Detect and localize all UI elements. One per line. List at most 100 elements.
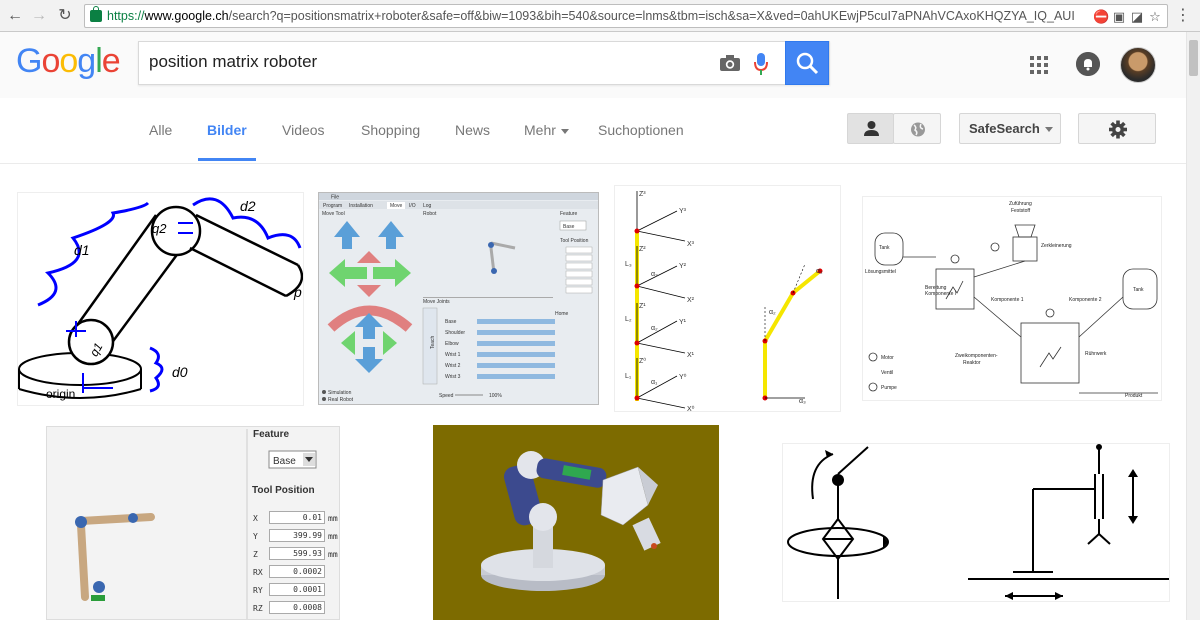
tab-more[interactable]: Mehr <box>524 122 569 138</box>
tab-all[interactable]: Alle <box>149 122 172 138</box>
svg-text:Y²: Y² <box>679 263 687 270</box>
back-arrow-icon[interactable]: ← <box>4 5 26 27</box>
label-origin: origin <box>46 387 75 401</box>
svg-text:Tool Position: Tool Position <box>252 485 315 496</box>
image-result-robot-kinematics[interactable]: q2 d2 d1 p q1 d0 origin <box>17 192 304 406</box>
tab-images[interactable]: Bilder <box>207 122 247 138</box>
google-header: Google <box>0 32 1200 98</box>
person-icon <box>864 121 879 136</box>
image-result-symbol-diagram[interactable] <box>782 443 1170 602</box>
svg-text:Y¹: Y¹ <box>679 319 687 326</box>
tab-search-tools[interactable]: Suchoptionen <box>598 122 684 138</box>
svg-text:X⁰: X⁰ <box>687 405 695 412</box>
camera-icon[interactable] <box>719 54 741 72</box>
settings-button[interactable] <box>1078 113 1156 144</box>
svg-text:I/O: I/O <box>409 203 416 209</box>
svg-text:Elbow: Elbow <box>445 341 459 347</box>
tab-news[interactable]: News <box>455 122 490 138</box>
svg-text:Z⁰: Z⁰ <box>639 357 646 365</box>
blocked-icon[interactable]: ⛔ <box>1093 9 1109 25</box>
global-results-toggle[interactable] <box>893 113 941 144</box>
field-ry[interactable]: 0.0001 <box>269 583 325 596</box>
svg-text:Program: Program <box>323 203 342 209</box>
address-bar[interactable]: https://www.google.ch/search?q=positions… <box>84 4 1168 28</box>
browser-toolbar: ← → ↻ https://www.google.ch/search?q=pos… <box>0 0 1200 32</box>
svg-text:X³: X³ <box>687 241 695 248</box>
search-input[interactable] <box>149 52 709 72</box>
svg-text:Simulation: Simulation <box>328 390 352 396</box>
svg-text:100%: 100% <box>489 393 502 399</box>
tab-shopping[interactable]: Shopping <box>361 122 420 138</box>
apps-grid-icon[interactable] <box>1030 56 1048 74</box>
svg-text:Tool Position: Tool Position <box>560 238 589 244</box>
image-result-process-diagram[interactable]: Zuführung Feststoff Zerkleinerung Tank L… <box>862 196 1162 401</box>
scrollbar-thumb[interactable] <box>1189 40 1198 76</box>
svg-text:Wrist 1: Wrist 1 <box>445 352 461 358</box>
svg-text:Base: Base <box>273 456 296 467</box>
active-tab-indicator <box>198 158 256 161</box>
image-result-coordinate-frames[interactable]: Z³ Y³ X³ Z² Y² X² Z¹ Y¹ X¹ Z⁰ Y⁰ X⁰ L₃ L₂ L₁ α₃ α₂ α… <box>614 185 841 412</box>
svg-text:Zerkleinerung: Zerkleinerung <box>1041 243 1072 249</box>
image-result-move-tool-ui[interactable]: File Program Installation Move I/O Log M… <box>318 192 599 405</box>
svg-text:Teach: Teach <box>430 335 436 349</box>
search-button[interactable] <box>785 41 829 85</box>
page-scrollbar[interactable] <box>1186 32 1200 620</box>
globe-icon <box>911 122 925 137</box>
svg-text:Move Joints: Move Joints <box>423 299 450 305</box>
svg-text:Lösungsmittel: Lösungsmittel <box>865 269 896 275</box>
personal-results-toggle[interactable] <box>847 113 894 144</box>
google-logo[interactable]: Google <box>16 42 121 81</box>
reload-icon[interactable]: ↻ <box>54 5 76 27</box>
label-q2: q2 <box>152 221 167 236</box>
svg-text:Move Tool: Move Tool <box>322 211 345 217</box>
svg-text:Base: Base <box>563 224 575 230</box>
microphone-icon[interactable] <box>753 52 769 76</box>
svg-text:X¹: X¹ <box>687 352 695 359</box>
svg-text:Z²: Z² <box>639 246 646 253</box>
image-result-tool-position[interactable]: Feature Base Tool Position X 0.01 mm Y 399.… <box>46 426 340 620</box>
svg-text:Produkt: Produkt <box>1125 393 1143 399</box>
svg-text:Zweikomponenten-: Zweikomponenten- <box>955 353 998 359</box>
svg-text:X²: X² <box>687 297 695 304</box>
svg-text:Real Robot: Real Robot <box>328 397 354 403</box>
svg-text:Robot: Robot <box>423 211 437 217</box>
svg-text:α₁: α₁ <box>816 268 823 275</box>
image-result-3d-robot[interactable] <box>433 425 719 620</box>
menu-icon[interactable]: ⋮ <box>1172 5 1194 27</box>
gear-icon <box>1109 120 1127 139</box>
avatar[interactable] <box>1120 47 1156 83</box>
svg-text:α₁: α₁ <box>651 379 658 386</box>
svg-text:Z³: Z³ <box>639 191 646 198</box>
label-d1: d1 <box>74 242 90 258</box>
notifications-icon[interactable] <box>1076 52 1100 76</box>
search-icon <box>796 52 819 75</box>
field-rx[interactable]: 0.0002 <box>269 565 325 578</box>
svg-text:Tank: Tank <box>1133 287 1144 293</box>
svg-text:Pumpe: Pumpe <box>881 385 897 391</box>
svg-text:Rührwerk: Rührwerk <box>1085 351 1107 357</box>
svg-text:Reaktor: Reaktor <box>963 360 981 366</box>
svg-text:Y⁰: Y⁰ <box>679 373 687 381</box>
translate-icon[interactable]: ◪ <box>1129 9 1145 25</box>
field-x[interactable]: 0.01 <box>269 511 325 524</box>
star-icon[interactable]: ☆ <box>1147 9 1163 25</box>
search-box[interactable] <box>138 41 830 85</box>
svg-text:Wrist 3: Wrist 3 <box>445 374 461 380</box>
field-rz[interactable]: 0.0008 <box>269 601 325 614</box>
svg-text:Komponente 1: Komponente 1 <box>991 297 1024 303</box>
svg-text:Y³: Y³ <box>679 208 687 215</box>
field-y[interactable]: 399.99 <box>269 529 325 542</box>
forward-arrow-icon[interactable]: → <box>28 5 50 27</box>
svg-text:Feature: Feature <box>253 429 290 440</box>
svg-text:Tank: Tank <box>879 245 890 251</box>
svg-text:α₃: α₃ <box>651 271 658 278</box>
camera-blocked-icon[interactable]: ▣ <box>1111 9 1127 25</box>
svg-text:Zuführung: Zuführung <box>1009 201 1032 207</box>
safesearch-button[interactable]: SafeSearch <box>959 113 1061 144</box>
svg-text:α₃: α₃ <box>799 398 806 405</box>
label-d2: d2 <box>240 198 256 214</box>
field-z[interactable]: 599.93 <box>269 547 325 560</box>
search-tabs: Alle Bilder Videos Shopping News Mehr Su… <box>0 98 1200 164</box>
url-text[interactable]: https://www.google.ch/search?q=positions… <box>107 9 1087 23</box>
tab-videos[interactable]: Videos <box>282 122 325 138</box>
